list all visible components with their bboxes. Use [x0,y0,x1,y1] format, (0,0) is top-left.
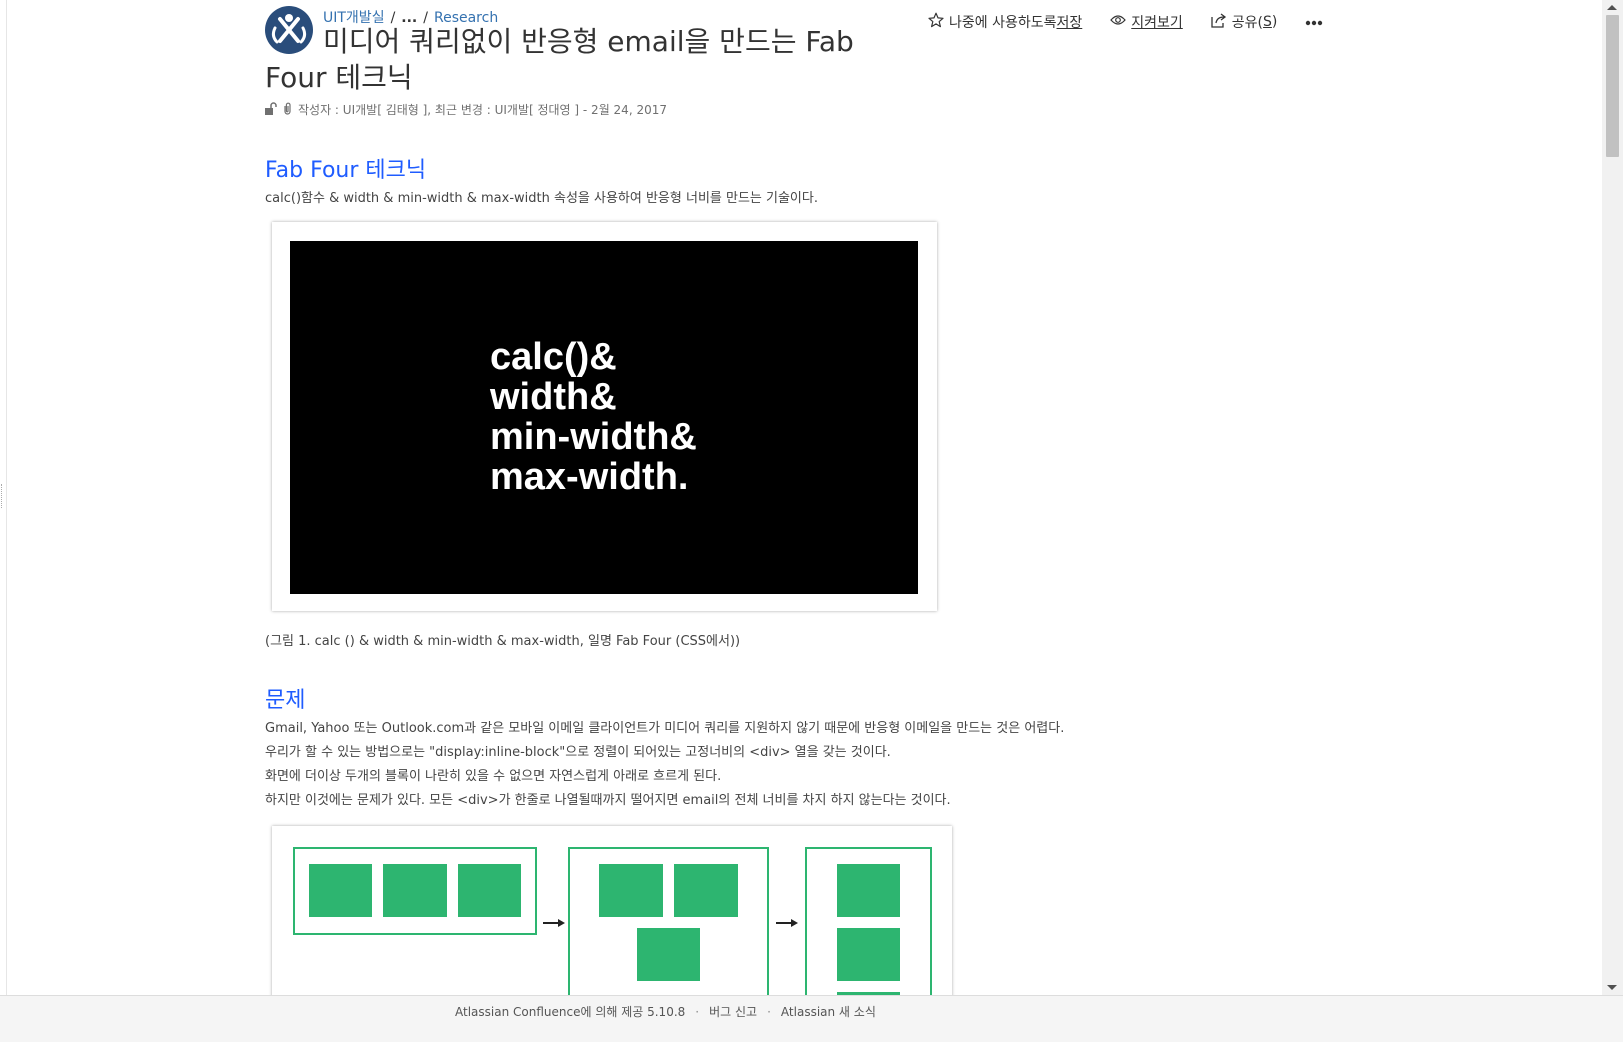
watch-button[interactable]: 지켜보기 [1110,12,1183,32]
scroll-up-arrow-icon[interactable] [1607,5,1617,10]
ellipsis-icon [1305,14,1323,30]
share-button[interactable]: 공유(S) [1211,12,1278,32]
figure-text-line: max-width. [490,456,689,498]
save-label-key: 저장 [1056,15,1083,31]
diagram-block [837,928,900,981]
problem-line: Gmail, Yahoo 또는 Outlook.com과 같은 모바일 이메일 … [265,721,1065,736]
diagram-block [309,864,372,917]
figure-text-line: width& [490,376,617,418]
eye-icon [1110,14,1131,30]
diagram-arrowhead [791,919,798,927]
footer-bug-report-link[interactable]: 버그 신고 [709,1005,757,1019]
share-label: 공유( [1231,15,1264,31]
share-label-suffix: ) [1271,14,1278,30]
share-label-key: S [1263,14,1272,30]
figure-text-line: calc()& [490,336,617,378]
page-footer: Atlassian Confluence에 의해 제공 5.10.8 · 버그 신고… [0,995,1623,1042]
attachment-icon[interactable] [283,102,292,118]
problem-line: 하지만 이것에는 문제가 있다. 모든 <div>가 한줄로 나열될때까지 떨어… [265,793,951,808]
vertical-scrollbar[interactable] [1602,0,1623,995]
page-metadata: 작성자 : UI개발[ 김태형 ], 최근 변경 : UI개발[ 정대영 ] -… [265,101,667,118]
footer-powered-by-link[interactable]: Atlassian Confluence에 의해 제공 5.10.8 [455,1005,685,1019]
page-actions: 나중에 사용하도록 저장 지켜보기 공유(S) [928,12,1323,32]
sidebar-resize-handle[interactable] [1,484,5,508]
figure-black-panel: calc()& width& min-width& max-width. [290,241,918,594]
unlock-icon[interactable] [265,101,277,118]
problem-line: 화면에 더이상 두개의 블록이 나란히 있을 수 없으면 자연스럽게 아래로 흐… [265,769,722,784]
diagram-block [458,864,521,917]
page-title: 미디어 쿼리없이 반응형 email을 만드는 Fab Four 테크닉 [265,25,854,94]
figure-text: calc()& width& min-width& max-width. [490,337,697,497]
figure-text-line: min-width& [490,416,697,458]
more-actions-button[interactable] [1305,14,1323,30]
footer-separator: · [767,1005,771,1019]
share-icon [1211,12,1232,32]
save-for-later-button[interactable]: 나중에 사용하도록 저장 [928,12,1082,32]
footer-links: Atlassian Confluence에 의해 제공 5.10.8 · 버그 신고… [455,1003,876,1020]
diagram-arrowhead [558,919,565,927]
footer-separator: · [695,1005,700,1019]
section-heading-problem: 문제 [265,688,306,713]
diagram-block [599,864,663,917]
footer-news-link[interactable]: Atlassian 새 소식 [781,1005,876,1019]
intro-paragraph: calc()함수 & width & min-width & max-width… [265,191,818,206]
scroll-down-arrow-icon[interactable] [1607,985,1617,990]
star-icon [928,12,949,32]
diagram-block [383,864,447,917]
diagram-block [637,928,700,981]
section-heading-fab-four: Fab Four 테크닉 [265,158,427,183]
figure-fab-four-image[interactable]: calc()& width& min-width& max-width. [272,222,937,611]
figure-caption: (그림 1. calc () & width & min-width & max… [265,634,741,649]
save-label: 나중에 사용하도록 [949,15,1057,31]
diagram-block [837,864,900,917]
problem-line: 우리가 할 수 있는 방법으로는 "display:inline-block"으… [265,745,891,760]
diagram-block [674,864,738,917]
scrollbar-thumb[interactable] [1606,15,1619,157]
page-byline: 작성자 : UI개발[ 김태형 ], 최근 변경 : UI개발[ 정대영 ] -… [298,103,667,117]
watch-label: 지켜보기 [1131,15,1183,31]
